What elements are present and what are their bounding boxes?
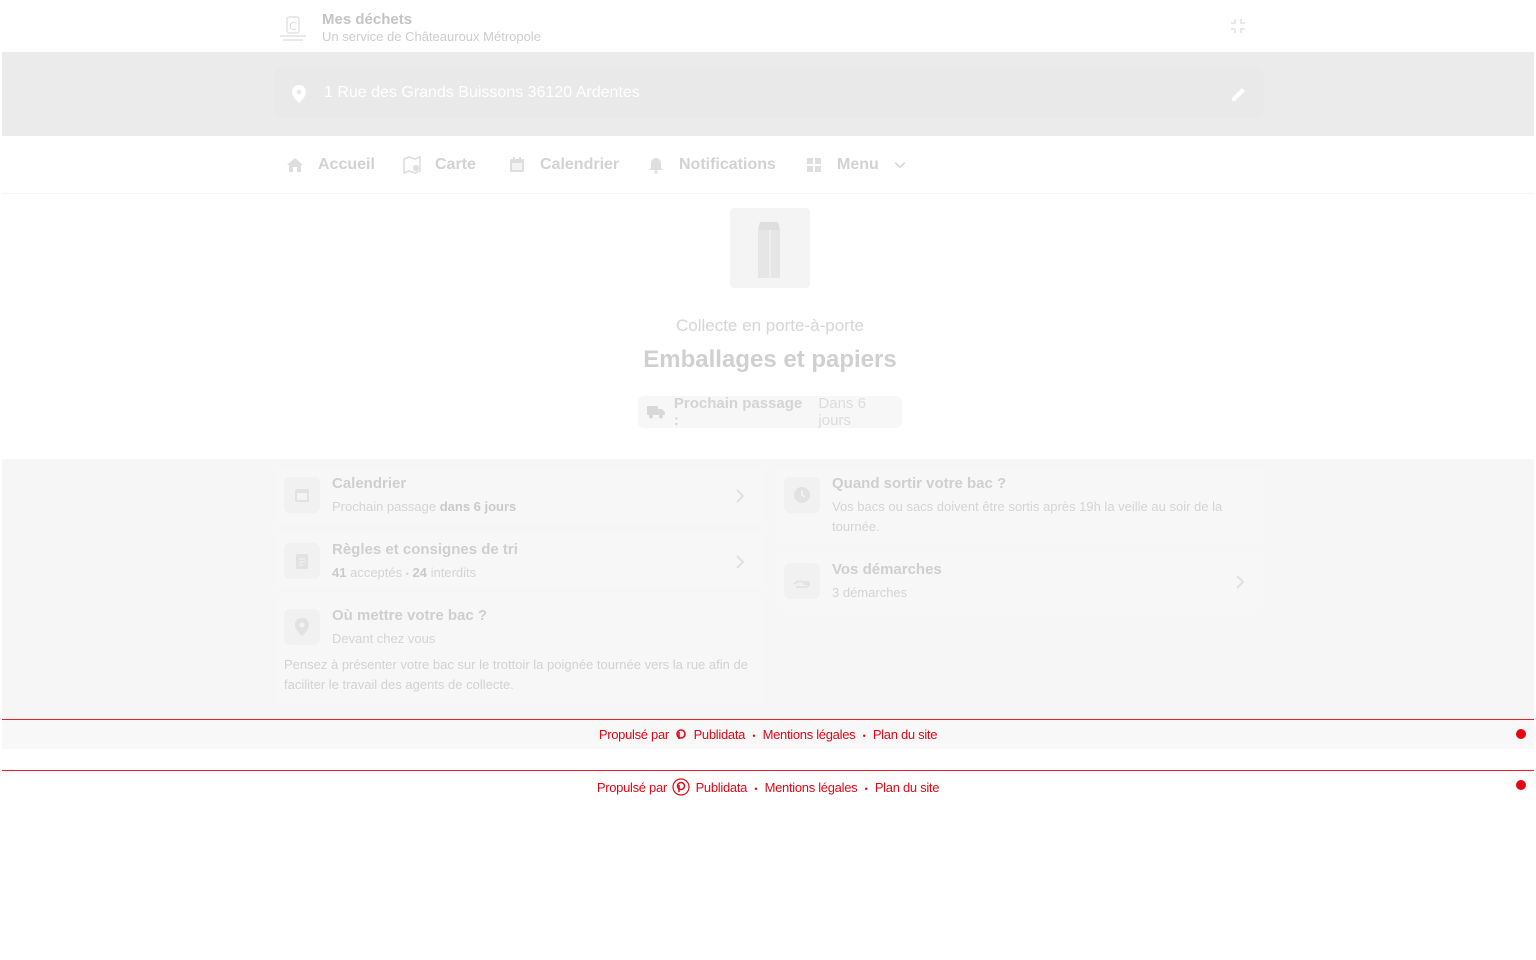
- separator: •: [864, 784, 868, 794]
- publidata-link[interactable]: Publidata: [696, 780, 748, 795]
- info-cards: Calendrier Prochain passage dans 6 jours…: [2, 459, 1534, 724]
- home-icon: [287, 158, 303, 172]
- publidata-logo-icon: [676, 729, 687, 739]
- card-title: Quand sortir votre bac ?: [832, 475, 1007, 492]
- nav-item-carte[interactable]: Carte: [403, 154, 476, 176]
- card-subtitle: Vos bacs ou sacs doivent être sortis apr…: [832, 499, 1223, 534]
- address-text: 1 Rue des Grands Buissons 36120 Ardentes: [324, 84, 640, 101]
- card-subtitle: 3 démarches: [832, 585, 908, 600]
- procedures-card[interactable]: Vos démarches 3 démarches: [776, 553, 1264, 609]
- publidata-link[interactable]: Publidata: [694, 727, 746, 742]
- truck-icon: [646, 406, 665, 419]
- chevron-right-icon: [736, 489, 745, 503]
- next-collection-value: Dans 6 jours: [818, 395, 866, 429]
- forbidden-label: interdits: [430, 565, 477, 580]
- nav-item-calendrier[interactable]: Calendrier: [508, 154, 619, 176]
- app-title: Mes déchets: [322, 11, 413, 28]
- card-title: Où mettre votre bac ?: [332, 607, 488, 624]
- location-pin-icon: [292, 85, 306, 103]
- chevron-right-icon: [736, 555, 745, 569]
- location-pin-icon: [295, 618, 309, 636]
- bin-timing-card: Quand sortir votre bac ? Vos bacs ou sac…: [776, 467, 1264, 543]
- waste-stream-title: Emballages et papiers: [643, 346, 897, 373]
- hand-icon: [793, 580, 811, 588]
- card-title: Vos démarches: [832, 561, 942, 578]
- footer-links: Propulsé par Publidata • Mentions légale…: [2, 727, 1534, 742]
- footer-links: Propulsé par Publidata • Mentions légale…: [2, 778, 1534, 796]
- chevron-right-icon: [1236, 575, 1245, 589]
- next-passage-days: dans 6 jours: [439, 499, 517, 514]
- site-footer: Propulsé par Publidata • Mentions légale…: [2, 719, 1534, 749]
- separator: •: [754, 784, 758, 794]
- card-icon-box: [284, 609, 320, 645]
- waste-bin-icon: [758, 222, 780, 278]
- address-selector[interactable]: 1 Rue des Grands Buissons 36120 Ardentes: [274, 68, 1264, 118]
- sitemap-link[interactable]: Plan du site: [875, 780, 940, 795]
- chevron-down-icon: [894, 162, 906, 169]
- status-dot: [1516, 729, 1526, 739]
- bell-icon: [649, 158, 663, 174]
- next-collection-label: Prochain passage :: [673, 395, 803, 429]
- clock-icon: [794, 487, 810, 503]
- nav-item-menu[interactable]: Menu: [805, 154, 907, 176]
- card-icon-box: [784, 563, 820, 599]
- powered-by-text: Propulsé par: [598, 727, 669, 742]
- next-collection-pill: Prochain passage : Dans 6 jours: [638, 395, 902, 429]
- svg-text:C: C: [289, 20, 297, 33]
- card-icon-box: [284, 477, 320, 513]
- accepted-label: acceptés: [350, 565, 403, 580]
- fullscreen-exit-icon[interactable]: [1230, 18, 1246, 34]
- card-subtitle: Prochain passage dans 6 jours: [332, 497, 516, 517]
- grid-icon: [807, 158, 821, 172]
- calendar-card[interactable]: Calendrier Prochain passage dans 6 jours: [276, 467, 764, 523]
- pencil-icon[interactable]: [1230, 85, 1248, 103]
- powered-by-text: Propulsé par: [596, 780, 667, 795]
- address-band: 1 Rue des Grands Buissons 36120 Ardentes: [2, 52, 1534, 136]
- separator: •: [752, 731, 756, 741]
- separator: •: [405, 569, 409, 579]
- accepted-count: 41: [332, 565, 347, 580]
- main-nav: Accueil Carte Calendrier Notifications M…: [2, 136, 1534, 194]
- map-icon: [403, 156, 421, 174]
- app-header: C Mes déchets Un service de Châteauroux …: [2, 2, 1534, 52]
- site-footer-duplicate: Propulsé par Publidata • Mentions légale…: [2, 770, 1534, 800]
- bin-location-card: Où mettre votre bac ? Devant chez vous P…: [276, 599, 764, 703]
- separator: •: [862, 731, 866, 741]
- publidata-logo-icon: [672, 778, 690, 796]
- nav-label: Accueil: [318, 156, 375, 173]
- card-subtitle: Devant chez vous: [332, 631, 436, 646]
- calendar-icon: [510, 157, 524, 172]
- bin-location-note: Pensez à présenter votre bac sur le trot…: [284, 657, 748, 692]
- waste-stream-badge: [730, 208, 810, 288]
- legal-link[interactable]: Mentions légales: [763, 727, 856, 742]
- clipboard-icon: [296, 554, 308, 569]
- nav-label: Carte: [435, 156, 476, 173]
- status-dot: [1516, 780, 1526, 790]
- nav-label: Calendrier: [540, 156, 620, 173]
- legal-link[interactable]: Mentions légales: [765, 780, 858, 795]
- chateauroux-logo-icon[interactable]: C: [278, 14, 308, 44]
- app-subtitle: Un service de Châteauroux Métropole: [322, 29, 541, 44]
- nav-item-notifications[interactable]: Notifications: [647, 154, 776, 176]
- sorting-rules-card[interactable]: Règles et consignes de tri 41 acceptés •…: [276, 533, 764, 589]
- calendar-icon: [295, 489, 309, 502]
- collection-hero: Collecte en porte-à-porte Emballages et …: [2, 194, 1534, 459]
- sitemap-link[interactable]: Plan du site: [873, 727, 938, 742]
- card-title: Règles et consignes de tri: [332, 541, 518, 558]
- forbidden-count: 24: [412, 565, 428, 580]
- card-icon-box: [784, 477, 820, 513]
- card-title: Calendrier: [332, 475, 407, 492]
- card-icon-box: [284, 543, 320, 579]
- nav-label: Menu: [837, 156, 879, 173]
- collection-type: Collecte en porte-à-porte: [675, 316, 865, 335]
- card-subtitle: 41 acceptés • 24 interdits: [332, 563, 476, 584]
- nav-item-accueil[interactable]: Accueil: [286, 154, 375, 176]
- nav-label: Notifications: [679, 156, 776, 173]
- next-passage-prefix: Prochain passage: [332, 499, 437, 514]
